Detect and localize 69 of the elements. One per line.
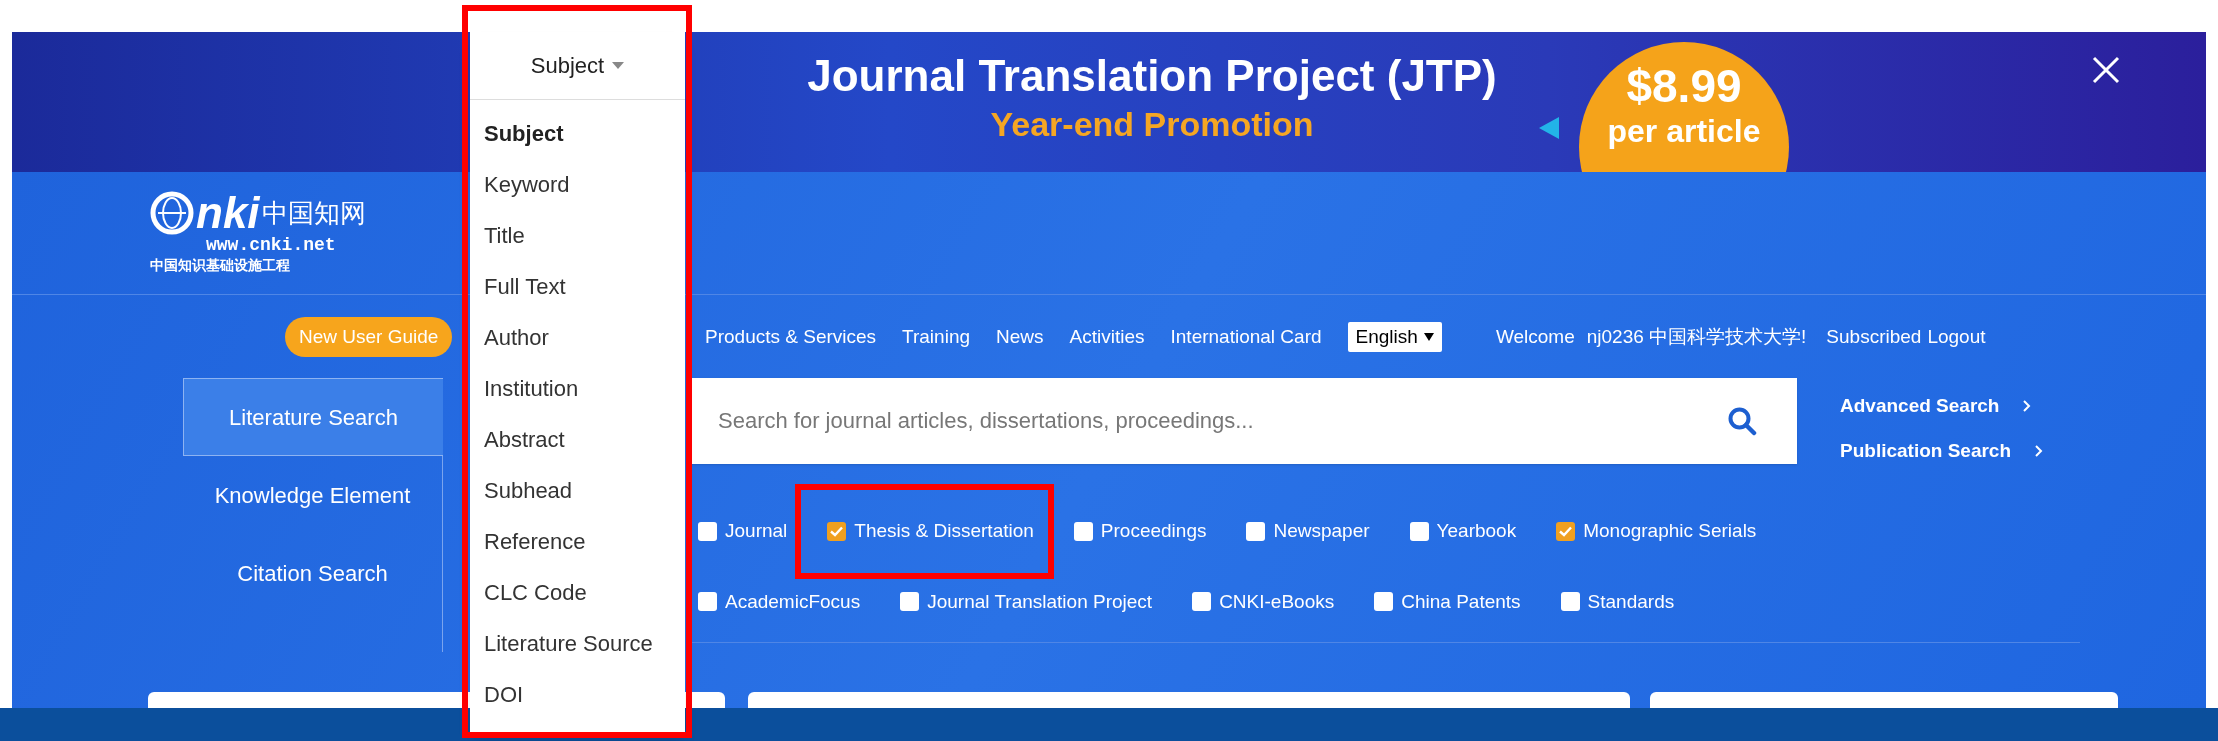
side-link[interactable]: Publication Search bbox=[1840, 436, 2044, 465]
chevron-icon bbox=[2035, 444, 2044, 457]
dropdown-option[interactable]: CLC Code bbox=[470, 567, 685, 618]
dropdown-option[interactable]: Abstract bbox=[470, 414, 685, 465]
nav-link[interactable]: News bbox=[996, 322, 1044, 352]
subscribed-link[interactable]: Subscribed bbox=[1826, 322, 1922, 352]
search-icon[interactable] bbox=[1727, 406, 1757, 436]
checkbox-label[interactable]: Newspaper bbox=[1273, 517, 1370, 546]
checkbox[interactable] bbox=[1073, 521, 1093, 541]
dropdown-option[interactable]: Author bbox=[470, 312, 685, 363]
checkbox-label[interactable]: CNKI-eBooks bbox=[1219, 587, 1335, 616]
checkbox[interactable] bbox=[900, 592, 920, 612]
field-select-value[interactable]: Subject bbox=[530, 49, 605, 82]
globe-icon bbox=[150, 191, 194, 235]
checkbox-label[interactable]: Yearbook bbox=[1436, 517, 1517, 546]
cnki-logo[interactable]: nki中国知网 www.cnki.net 中国知识基础设施工程 bbox=[150, 191, 366, 275]
caret-icon bbox=[612, 62, 625, 69]
dropdown-option[interactable]: Subject bbox=[470, 108, 685, 159]
caret-icon bbox=[1423, 333, 1434, 341]
checkbox-label[interactable]: Proceedings bbox=[1100, 517, 1207, 546]
price-text: $8.99 bbox=[1626, 60, 1742, 112]
checkbox-label[interactable]: AcademicFocus bbox=[725, 587, 861, 616]
field-dropdown[interactable]: Subject Subject Keyword Title Full Text Author Institution Abstract Subhead Reference CLC Code Literature Source DOI bbox=[470, 32, 685, 735]
checkmark-icon bbox=[830, 525, 844, 537]
search-tab[interactable]: Citation Search bbox=[183, 534, 442, 612]
welcome-text: Welcome bbox=[1495, 324, 1575, 349]
checkbox[interactable] bbox=[1246, 521, 1266, 541]
price-note: per article bbox=[1607, 112, 1761, 150]
checkbox-label[interactable]: China Patents bbox=[1401, 587, 1521, 616]
checkbox[interactable] bbox=[1560, 592, 1580, 612]
checkbox-label[interactable]: Monographic Serials bbox=[1583, 517, 1757, 546]
checkbox[interactable] bbox=[1192, 592, 1212, 612]
close-icon bbox=[2092, 56, 2120, 84]
logout-link[interactable]: Logout bbox=[1927, 322, 1986, 352]
nav-link[interactable]: International Card bbox=[1170, 322, 1322, 352]
checkbox[interactable] bbox=[827, 521, 847, 541]
logo-url: www.cnki.net bbox=[205, 235, 337, 255]
banner-subtitle: Year-end Promotion bbox=[990, 104, 1314, 145]
logo-tagline: 中国知识基础设施工程 bbox=[150, 256, 291, 275]
dropdown-option[interactable]: Institution bbox=[470, 363, 685, 414]
logo-wordmark: nki bbox=[196, 191, 260, 235]
dropdown-option[interactable]: Title bbox=[470, 210, 685, 261]
side-link[interactable]: Advanced Search bbox=[1840, 392, 2044, 421]
checkbox-label[interactable]: Journal Translation Project bbox=[927, 587, 1153, 616]
search-tab[interactable]: Knowledge Element bbox=[183, 456, 442, 534]
dropdown-option[interactable]: Reference bbox=[470, 516, 685, 567]
logo-chinese: 中国知网 bbox=[261, 196, 366, 230]
checkbox-label[interactable]: Thesis & Dissertation bbox=[854, 517, 1034, 546]
dropdown-option[interactable]: Full Text bbox=[470, 261, 685, 312]
checkbox[interactable] bbox=[698, 592, 717, 612]
nav-link[interactable]: Training bbox=[902, 322, 971, 352]
checkbox[interactable] bbox=[1409, 521, 1429, 541]
dropdown-option[interactable]: DOI bbox=[470, 669, 685, 720]
checkbox[interactable] bbox=[1374, 592, 1394, 612]
dropdown-option[interactable]: Literature Source bbox=[470, 618, 685, 669]
checkmark-icon bbox=[1559, 525, 1573, 537]
dropdown-option[interactable]: Subhead bbox=[470, 465, 685, 516]
checkbox-label[interactable]: Journal bbox=[725, 517, 788, 546]
search-tab[interactable]: Literature Search bbox=[183, 378, 443, 456]
triangle-icon bbox=[1539, 117, 1559, 139]
nav-link[interactable]: Activities bbox=[1069, 322, 1145, 352]
checkbox[interactable] bbox=[698, 521, 717, 541]
checkbox[interactable] bbox=[1556, 521, 1576, 541]
checkbox-label[interactable]: Standards bbox=[1587, 587, 1675, 616]
chevron-icon bbox=[2023, 400, 2032, 413]
language-select[interactable]: English bbox=[1347, 322, 1442, 352]
user-name: nj0236 中国科学技术大学! bbox=[1586, 324, 1807, 349]
nav-link[interactable]: Products & Services bbox=[705, 322, 877, 352]
banner-title: Journal Translation Project (JTP) bbox=[807, 50, 1497, 102]
